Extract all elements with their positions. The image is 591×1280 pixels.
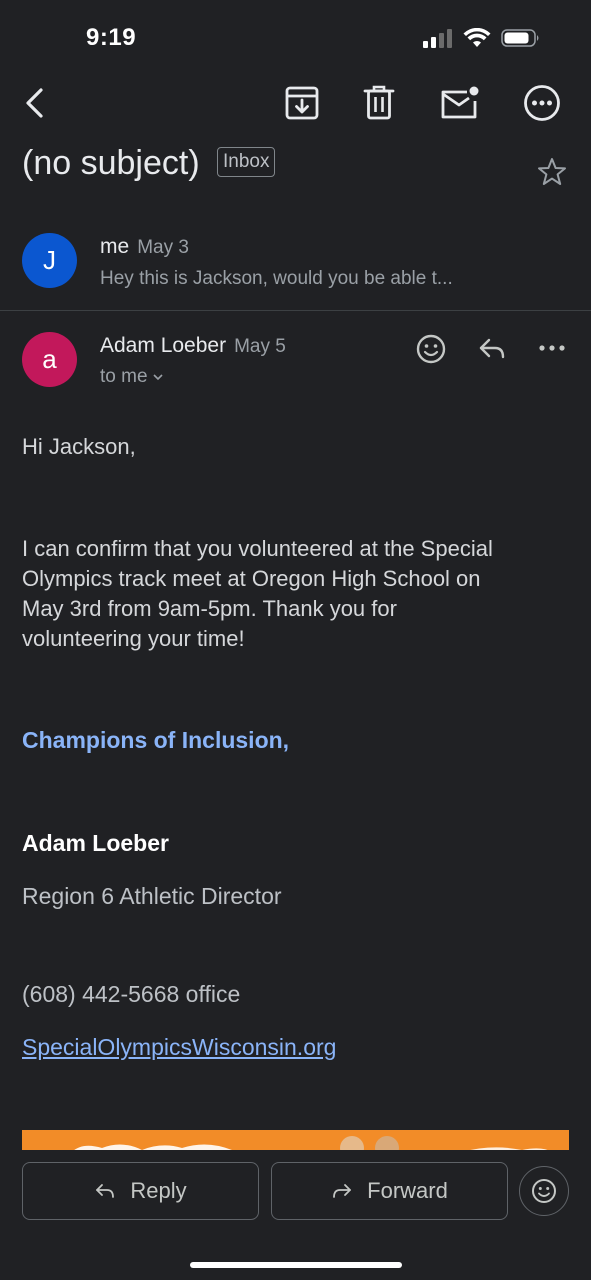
sender-line: me May 3 [100,235,189,259]
battery-icon [501,29,539,47]
back-arrow-icon [26,88,43,118]
smiley-icon [416,334,446,364]
sender-line: Adam Loeber May 5 [100,334,286,358]
mark-unread-button[interactable] [436,80,482,126]
emoji-reaction-bottom-button[interactable] [519,1166,569,1216]
home-indicator[interactable] [190,1262,402,1268]
archive-button[interactable] [279,80,325,126]
signature-name: Adam Loeber [22,830,169,856]
status-time: 9:19 [86,24,137,51]
collapsed-message[interactable]: J me May 3 Hey this is Jackson, would you… [0,220,591,308]
reply-bottom-button[interactable]: Reply [22,1162,259,1220]
sender-name: me [100,235,130,258]
forward-icon [333,1184,352,1198]
sender-name: Adam Loeber [100,334,227,357]
message-date: May 5 [234,336,286,357]
more-horizontal-icon [524,85,560,121]
forward-label: Forward [367,1178,448,1203]
more-horizontal-icon [539,345,565,351]
avatar: J [22,233,77,288]
star-icon [538,158,566,185]
reply-label: Reply [130,1178,187,1203]
signature-phone[interactable]: (608) 442-5668 office [22,981,240,1008]
message-more-button[interactable] [536,338,568,358]
label-chip[interactable]: Inbox [217,147,276,177]
reply-icon [96,1184,115,1198]
signature-website-link[interactable]: SpecialOlympicsWisconsin.org [22,1034,336,1061]
avatar: a [22,332,77,387]
body-line: Olympics track meet at Oregon High Schoo… [22,566,481,591]
chevron-down-icon [152,374,163,381]
signature-closing: Champions of Inclusion, [22,727,290,753]
back-button[interactable] [12,80,58,126]
archive-icon [285,86,319,120]
more-options-button[interactable] [519,80,565,126]
mark-unread-icon [441,86,479,119]
signature-banner-image [22,1130,569,1152]
reply-icon [479,338,505,359]
wifi-icon [463,28,491,47]
signature-title: Region 6 Athletic Director [22,883,282,909]
message-snippet: Hey this is Jackson, would you be able t… [100,268,453,289]
delete-button[interactable] [356,80,402,126]
star-button[interactable] [536,156,568,193]
smiley-icon [532,1179,556,1203]
forward-button[interactable]: Forward [271,1162,508,1220]
body-line: May 3rd from 9am-5pm. Thank you for [22,596,397,621]
recipient-toggle[interactable]: to me [100,366,164,388]
body-greeting: Hi Jackson, [22,434,136,459]
recipient-label: to me [100,366,148,387]
email-subject: (no subject) [22,144,200,182]
body-line: volunteering your time! [22,626,245,651]
reply-button[interactable] [476,334,508,364]
body-line: I can confirm that you volunteered at th… [22,536,493,561]
cellular-signal-icon [423,29,452,48]
status-icons [423,28,541,48]
emoji-react-button[interactable] [414,332,448,366]
message-date: May 3 [137,237,189,258]
trash-icon [363,85,395,120]
body-paragraph: I can confirm that you volunteered at th… [22,534,567,654]
divider [0,310,591,311]
